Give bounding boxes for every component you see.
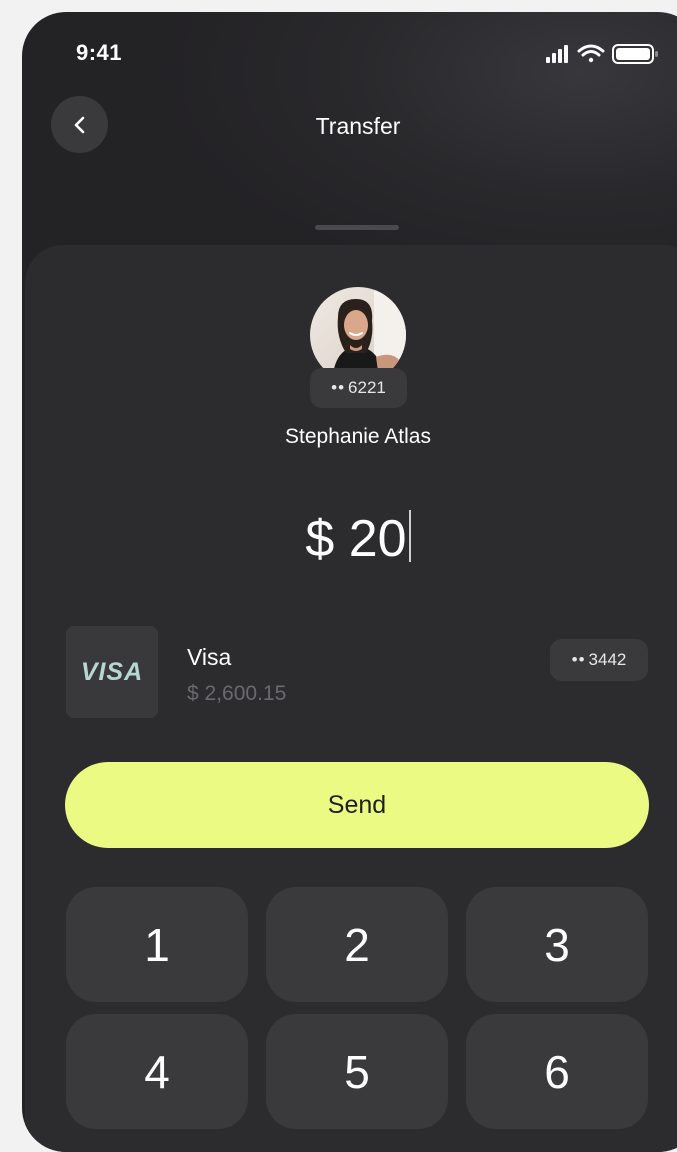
card-name: Visa bbox=[187, 644, 232, 670]
card-last4: 3442 bbox=[588, 650, 627, 669]
card-number-chip[interactable]: •• 3442 bbox=[550, 639, 648, 681]
send-button[interactable]: Send bbox=[65, 762, 649, 848]
keypad-key-4[interactable]: 4 bbox=[66, 1014, 248, 1129]
signal-icon bbox=[546, 45, 568, 63]
masked-dots: •• bbox=[331, 378, 346, 397]
page-title: Transfer bbox=[315, 113, 401, 139]
text-caret bbox=[408, 510, 411, 562]
battery-icon bbox=[612, 44, 658, 64]
amount-value: $ 20 bbox=[305, 510, 407, 568]
phone-screen: 9:41 Transfer •• 6221 Stephanie Atlas $ … bbox=[22, 12, 677, 1152]
recipient-account-chip: •• 6221 bbox=[310, 368, 407, 408]
keypad-key-3[interactable]: 3 bbox=[466, 887, 648, 1002]
status-icons bbox=[546, 44, 658, 64]
keypad-key-5[interactable]: 5 bbox=[266, 1014, 448, 1129]
recipient-account-number: 6221 bbox=[348, 378, 386, 397]
sheet-handle[interactable] bbox=[315, 225, 399, 230]
card-logo-tile[interactable]: VISA bbox=[66, 626, 158, 718]
card-balance: $ 2,600.15 bbox=[187, 682, 287, 705]
keypad-key-6[interactable]: 6 bbox=[466, 1014, 648, 1129]
visa-logo: VISA bbox=[80, 657, 144, 686]
keypad-key-1[interactable]: 1 bbox=[66, 887, 248, 1002]
wifi-icon bbox=[577, 44, 605, 63]
masked-dots: •• bbox=[571, 650, 586, 669]
amount-field[interactable]: $ 20 bbox=[22, 509, 677, 569]
recipient-name: Stephanie Atlas bbox=[285, 425, 431, 448]
status-time: 9:41 bbox=[76, 40, 123, 65]
keypad-key-2[interactable]: 2 bbox=[266, 887, 448, 1002]
